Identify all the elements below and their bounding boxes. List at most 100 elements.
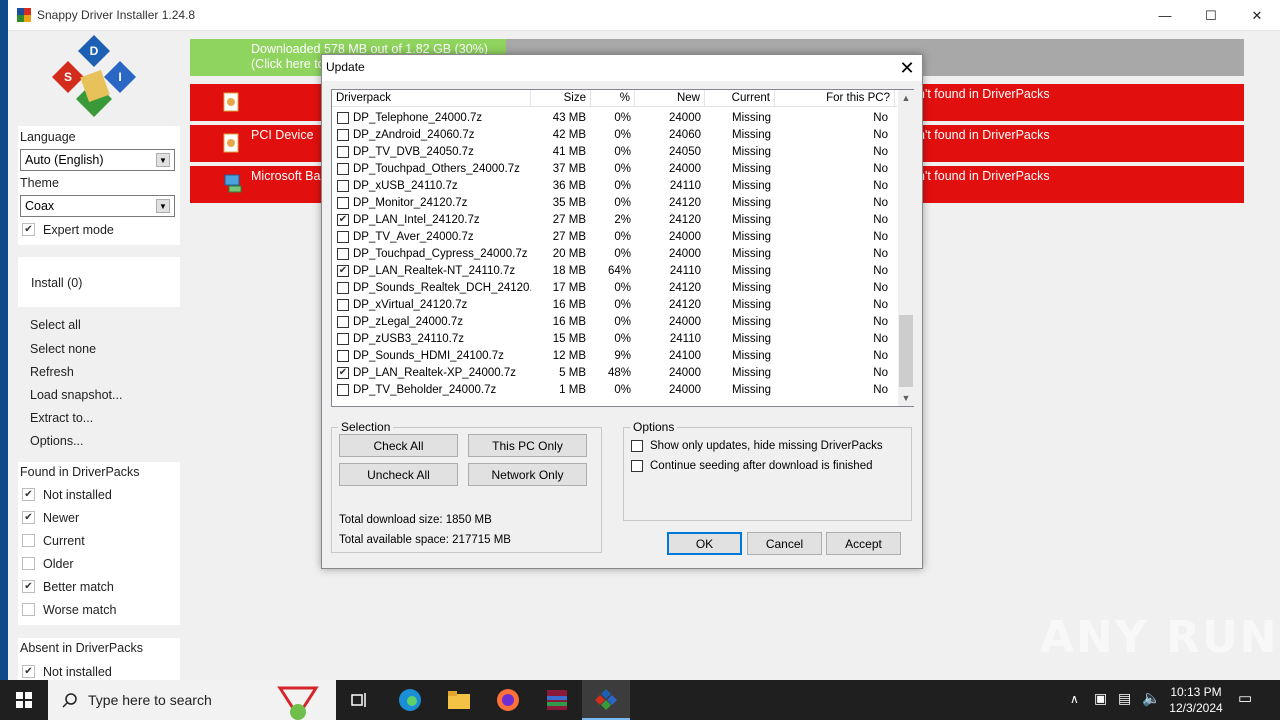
notifications-icon[interactable]: ▭ bbox=[1238, 689, 1252, 707]
check-all-button[interactable]: Check All bbox=[339, 434, 458, 457]
cell-driverpack: DP_Sounds_HDMI_24100.7z bbox=[353, 350, 504, 362]
scroll-down-icon[interactable]: ▼ bbox=[898, 390, 914, 406]
row-checkbox[interactable] bbox=[337, 112, 349, 124]
minimize-button[interactable]: — bbox=[1142, 0, 1188, 31]
this-pc-only-button[interactable]: This PC Only bbox=[468, 434, 587, 457]
row-checkbox[interactable] bbox=[337, 367, 349, 379]
table-row[interactable]: DP_Touchpad_Others_24000.7z 37 MB 0% 24000 M… bbox=[332, 161, 897, 178]
extract-to-link[interactable]: Extract to... bbox=[30, 411, 93, 425]
checkbox-icon[interactable] bbox=[631, 460, 643, 472]
accept-button[interactable]: Accept bbox=[826, 532, 901, 555]
show-hidden-icons[interactable]: ∧ bbox=[1070, 692, 1079, 706]
column-header-size[interactable]: Size bbox=[531, 90, 591, 107]
snappy-driver-taskbar-icon[interactable] bbox=[582, 680, 630, 720]
row-checkbox[interactable] bbox=[337, 197, 349, 209]
table-row[interactable]: DP_Monitor_24120.7z 35 MB 0% 24120 Missing No bbox=[332, 195, 897, 212]
select-none-link[interactable]: Select none bbox=[30, 342, 96, 356]
expert-mode-toggle[interactable]: Expert mode bbox=[22, 218, 114, 241]
options-link[interactable]: Options... bbox=[30, 434, 84, 448]
table-row[interactable]: DP_LAN_Realtek-NT_24110.7z 18 MB 64% 24110 M… bbox=[332, 263, 897, 280]
file-explorer-icon[interactable] bbox=[435, 680, 483, 720]
checkbox-icon[interactable] bbox=[22, 223, 35, 236]
winrar-icon[interactable] bbox=[533, 680, 581, 720]
filter-absent-not-installed[interactable]: Not installed bbox=[22, 660, 112, 680]
row-checkbox[interactable] bbox=[337, 282, 349, 294]
filter-better-match[interactable]: Better match bbox=[22, 575, 116, 598]
volume-icon[interactable]: 🔈 bbox=[1142, 689, 1161, 707]
table-row[interactable]: DP_xUSB_24110.7z 36 MB 0% 24110 Missing No bbox=[332, 178, 897, 195]
theme-select[interactable]: Coax ▼ bbox=[20, 195, 175, 217]
table-row[interactable]: DP_Sounds_Realtek_DCH_24120.... 17 MB 0% 24… bbox=[332, 280, 897, 297]
row-checkbox[interactable] bbox=[337, 265, 349, 277]
row-checkbox[interactable] bbox=[337, 299, 349, 311]
table-row[interactable]: DP_TV_Aver_24000.7z 27 MB 0% 24000 Missing No bbox=[332, 229, 897, 246]
taskbar-search-box[interactable]: Type here to search bbox=[48, 680, 336, 720]
shield-icon[interactable]: ▣ bbox=[1094, 690, 1107, 707]
ok-button[interactable]: OK bbox=[667, 532, 742, 555]
refresh-link[interactable]: Refresh bbox=[30, 365, 74, 379]
row-checkbox[interactable] bbox=[337, 129, 349, 141]
cancel-button[interactable]: Cancel bbox=[747, 532, 822, 555]
show-only-updates-option[interactable]: Show only updates, hide missing DriverPa… bbox=[631, 440, 883, 452]
filter-not-installed[interactable]: Not installed bbox=[22, 483, 116, 506]
row-checkbox[interactable] bbox=[337, 384, 349, 396]
table-row[interactable]: DP_Sounds_HDMI_24100.7z 12 MB 9% 24100 Missi… bbox=[332, 348, 897, 365]
row-checkbox[interactable] bbox=[337, 333, 349, 345]
uncheck-all-button[interactable]: Uncheck All bbox=[339, 463, 458, 486]
table-row[interactable]: DP_zUSB3_24110.7z 15 MB 0% 24110 Missing No bbox=[332, 331, 897, 348]
clock[interactable]: 10:13 PM 12/3/2024 bbox=[1166, 684, 1226, 716]
table-row[interactable]: DP_zAndroid_24060.7z 42 MB 0% 24060 Missing N… bbox=[332, 127, 897, 144]
column-header-new[interactable]: New bbox=[635, 90, 705, 107]
edge-browser-icon[interactable] bbox=[386, 680, 434, 720]
driverpack-list[interactable]: Driverpack Size % New Current For this P… bbox=[331, 89, 914, 407]
filter-newer[interactable]: Newer bbox=[22, 506, 116, 529]
row-checkbox[interactable] bbox=[337, 248, 349, 260]
row-checkbox[interactable] bbox=[337, 231, 349, 243]
filter-current[interactable]: Current bbox=[22, 529, 116, 552]
table-row[interactable]: DP_TV_Beholder_24000.7z 1 MB 0% 24000 Missin… bbox=[332, 382, 897, 399]
column-header-driverpack[interactable]: Driverpack bbox=[332, 90, 531, 107]
table-row[interactable]: DP_Touchpad_Cypress_24000.7z 20 MB 0% 24000… bbox=[332, 246, 897, 263]
close-icon[interactable]: ✕ bbox=[892, 55, 922, 81]
checkbox-icon[interactable] bbox=[22, 603, 35, 616]
table-row[interactable]: DP_LAN_Realtek-XP_24000.7z 5 MB 48% 24000 Mi… bbox=[332, 365, 897, 382]
table-row[interactable]: DP_zLegal_24000.7z 16 MB 0% 24000 Missing No bbox=[332, 314, 897, 331]
row-checkbox[interactable] bbox=[337, 180, 349, 192]
table-row[interactable]: DP_Telephone_24000.7z 43 MB 0% 24000 Missing… bbox=[332, 110, 897, 127]
network-only-button[interactable]: Network Only bbox=[468, 463, 587, 486]
column-header-percent[interactable]: % bbox=[591, 90, 635, 107]
filter-worse-match[interactable]: Worse match bbox=[22, 598, 116, 621]
row-checkbox[interactable] bbox=[337, 214, 349, 226]
table-row[interactable]: DP_LAN_Intel_24120.7z 27 MB 2% 24120 Missing… bbox=[332, 212, 897, 229]
firefox-icon[interactable] bbox=[484, 680, 532, 720]
language-select[interactable]: Auto (English) ▼ bbox=[20, 149, 175, 171]
table-row[interactable]: DP_TV_DVB_24050.7z 41 MB 0% 24050 Missing No bbox=[332, 144, 897, 161]
checkbox-icon[interactable] bbox=[631, 440, 643, 452]
checkbox-icon[interactable] bbox=[22, 665, 35, 678]
continue-seeding-option[interactable]: Continue seeding after download is finis… bbox=[631, 460, 872, 472]
maximize-button[interactable]: ☐ bbox=[1188, 0, 1234, 31]
checkbox-icon[interactable] bbox=[22, 488, 35, 501]
load-snapshot-link[interactable]: Load snapshot... bbox=[30, 388, 122, 402]
install-button[interactable]: Install (0) bbox=[31, 276, 82, 290]
select-all-link[interactable]: Select all bbox=[30, 318, 81, 332]
row-checkbox[interactable] bbox=[337, 316, 349, 328]
column-header-for-this-pc[interactable]: For this PC? bbox=[775, 90, 895, 107]
checkbox-icon[interactable] bbox=[22, 557, 35, 570]
scroll-up-icon[interactable]: ▲ bbox=[898, 90, 914, 106]
column-header-current[interactable]: Current bbox=[705, 90, 775, 107]
close-window-button[interactable]: ✕ bbox=[1234, 0, 1280, 31]
row-checkbox[interactable] bbox=[337, 146, 349, 158]
checkbox-icon[interactable] bbox=[22, 511, 35, 524]
checkbox-icon[interactable] bbox=[22, 580, 35, 593]
network-icon[interactable]: ▤ bbox=[1118, 690, 1131, 707]
vertical-scrollbar[interactable]: ▲ ▼ bbox=[898, 90, 914, 406]
scroll-thumb[interactable] bbox=[899, 315, 913, 387]
checkbox-icon[interactable] bbox=[22, 534, 35, 547]
row-checkbox[interactable] bbox=[337, 350, 349, 362]
table-row[interactable]: DP_xVirtual_24120.7z 16 MB 0% 24120 Missing N… bbox=[332, 297, 897, 314]
filter-older[interactable]: Older bbox=[22, 552, 116, 575]
row-checkbox[interactable] bbox=[337, 163, 349, 175]
start-button[interactable] bbox=[0, 680, 48, 720]
task-view-icon[interactable] bbox=[336, 680, 384, 720]
